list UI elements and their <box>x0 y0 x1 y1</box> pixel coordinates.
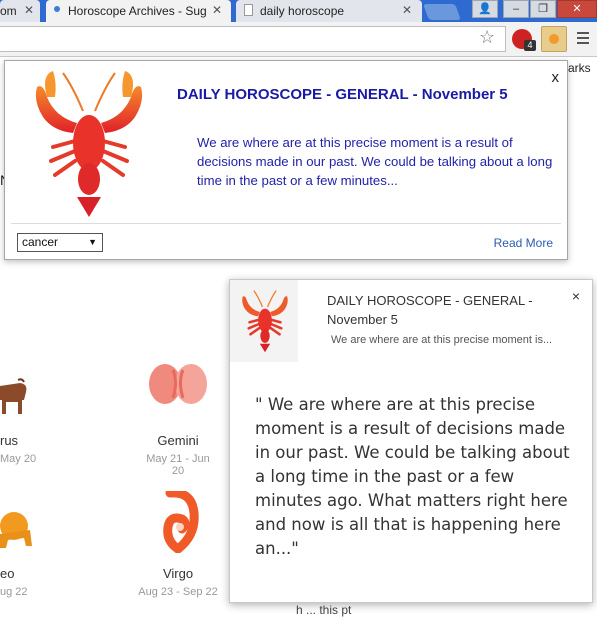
popup-horoscope-text: We are where are at this precise moment … <box>197 135 553 188</box>
tab-1-close-icon[interactable]: ✕ <box>24 3 34 17</box>
horoscope-extension-icon[interactable] <box>541 26 567 52</box>
notification-thumbnail <box>230 280 298 362</box>
bull-icon <box>0 378 27 414</box>
tab-3-close-icon[interactable]: ✕ <box>402 3 412 17</box>
gemini-icon <box>149 364 207 404</box>
leo-label: eo ug 22 <box>0 566 28 598</box>
tab-1[interactable]: om ✕ <box>0 0 40 22</box>
new-tab-button[interactable] <box>423 4 461 20</box>
browser-toolbar: ☆ 4 <box>0 22 597 57</box>
extension-badge: 4 <box>524 40 536 51</box>
taurus-sign[interactable] <box>0 378 30 423</box>
cancer-lobster-icon <box>242 290 288 353</box>
sign-select-value: cancer <box>22 235 59 249</box>
notification-body: " We are where are at this precise momen… <box>255 395 570 558</box>
sign-select-dropdown[interactable]: cancer ▼ <box>17 233 103 252</box>
close-window-button[interactable]: ✕ <box>557 0 597 18</box>
read-more-link[interactable]: Read More <box>494 236 553 250</box>
tab-3-title: daily horoscope <box>260 4 345 18</box>
maximize-button[interactable]: ❐ <box>530 0 556 18</box>
lion-icon <box>0 512 32 548</box>
bookmark-star-icon[interactable]: ☆ <box>479 27 495 48</box>
gemini-sign[interactable]: Gemini May 21 - Jun 20 <box>140 362 216 477</box>
leo-sign[interactable] <box>0 510 34 555</box>
horoscope-notification[interactable]: × DAILY HOROSCOPE - GENERAL - November 5… <box>229 279 593 603</box>
address-bar[interactable] <box>0 26 506 52</box>
tab-strip: om ✕ Horoscope Archives - Sug ✕ daily ho… <box>0 0 597 22</box>
notification-title: DAILY HOROSCOPE - GENERAL - November 5 <box>327 293 533 327</box>
tab-3[interactable]: daily horoscope ✕ <box>236 0 422 22</box>
virgo-icon <box>163 488 199 555</box>
tab-2-close-icon[interactable]: ✕ <box>212 3 222 17</box>
minimize-button[interactable]: – <box>503 0 529 18</box>
page-text-fragment-bottom: h ... this pt <box>296 603 352 617</box>
document-icon <box>244 4 253 16</box>
tab-1-title: om <box>0 4 17 18</box>
horoscope-popup: x DAILY HOROSCOPE - GENERAL - November 5… <box>4 60 568 260</box>
popup-title: DAILY HOROSCOPE - GENERAL - November 5 <box>177 86 508 103</box>
notification-close-button[interactable]: × <box>572 288 580 304</box>
dropdown-arrow-icon: ▼ <box>88 237 97 247</box>
menu-icon[interactable] <box>577 32 589 44</box>
user-icon[interactable]: 👤 <box>472 0 498 18</box>
notification-snippet: We are where are at this precise moment … <box>331 334 553 346</box>
popup-divider <box>11 223 561 224</box>
taurus-label: rus May 20 <box>0 433 37 465</box>
cancer-lobster-icon <box>35 71 143 217</box>
bookmarks-label[interactable]: arks <box>568 61 591 75</box>
tab-2-title: Horoscope Archives - Sug <box>68 4 206 18</box>
tab-2[interactable]: Horoscope Archives - Sug ✕ <box>46 0 231 22</box>
popup-close-button[interactable]: x <box>552 69 560 86</box>
favicon-icon <box>54 6 60 12</box>
virgo-sign[interactable]: Virgo Aug 23 - Sep 22 <box>138 488 218 598</box>
